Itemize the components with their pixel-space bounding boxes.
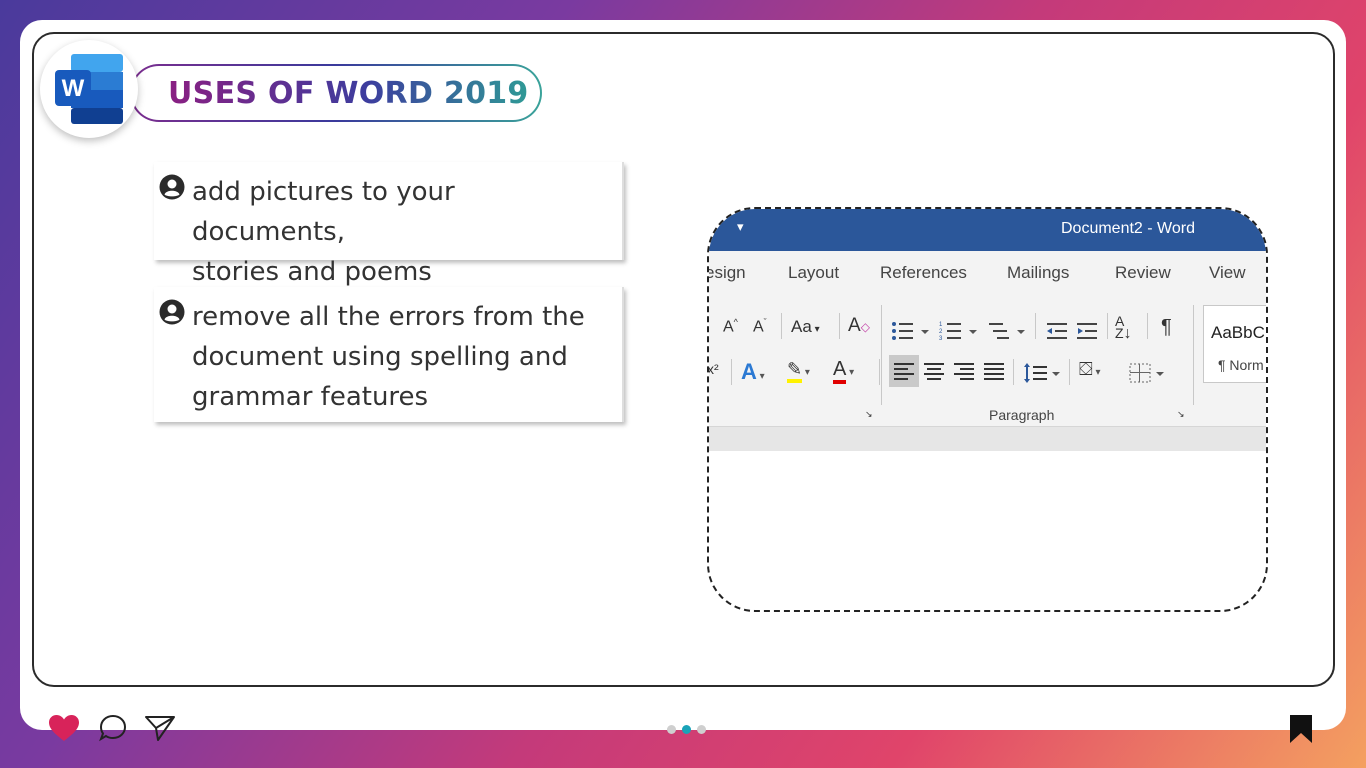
bookmark-icon[interactable] <box>1288 714 1314 744</box>
logo-letter: W <box>62 75 85 102</box>
decrease-indent-icon[interactable] <box>1045 321 1069 341</box>
paragraph-dialog-launcher-icon[interactable]: ↘ <box>1177 409 1185 420</box>
svg-text:3: 3 <box>939 336 943 341</box>
tab-mailings[interactable]: Mailings <box>1007 263 1069 283</box>
change-case-label: Aa <box>791 317 812 336</box>
style-normal[interactable]: AaBbC ¶ Norm <box>1203 305 1266 383</box>
increase-indent-icon[interactable] <box>1075 321 1099 341</box>
tab-design[interactable]: esign <box>709 263 746 283</box>
font-dialog-launcher-icon[interactable]: ↘ <box>865 409 873 420</box>
bullet-text-line: grammar features <box>192 382 429 412</box>
borders-icon[interactable] <box>1129 363 1169 385</box>
text-effects-icon[interactable]: A ▾ <box>741 359 765 385</box>
carousel-dot-active[interactable] <box>682 725 691 734</box>
user-circle-icon <box>159 174 185 200</box>
bullet-text-line: add pictures to your documents, <box>192 177 455 247</box>
carousel-dot[interactable] <box>667 725 676 734</box>
comment-icon[interactable] <box>98 714 128 742</box>
align-left-button[interactable] <box>889 355 919 387</box>
carousel-dots <box>667 725 706 734</box>
style-preview: AaBbC <box>1211 323 1265 342</box>
bullet-text-line: stories and poems <box>192 257 432 287</box>
word-ribbon-screenshot: ▾ Document2 - Word esign Layout Referenc… <box>707 207 1268 612</box>
shrink-font-icon[interactable]: Aˇ <box>753 317 767 336</box>
tab-view[interactable]: View <box>1209 263 1246 283</box>
font-color-icon[interactable]: A ▾ <box>833 358 854 384</box>
bullet-text-line: document using spelling and <box>192 342 568 372</box>
tab-review[interactable]: Review <box>1115 263 1171 283</box>
word-logo-icon: W <box>55 54 123 124</box>
justify-icon[interactable] <box>983 363 1005 383</box>
style-name: ¶ Norm <box>1218 357 1264 373</box>
align-right-icon[interactable] <box>953 363 975 383</box>
heart-icon[interactable] <box>48 714 80 742</box>
svg-text:2: 2 <box>939 329 943 335</box>
word-logo: W <box>40 40 138 138</box>
bullet-card-errors: remove all the errors from the document … <box>154 287 624 422</box>
paragraph-group-label: Paragraph <box>989 407 1055 423</box>
sort-icon[interactable]: A Z↓ <box>1115 314 1132 342</box>
shading-icon[interactable]: ⛋ ▾ <box>1079 359 1101 380</box>
bullets-icon[interactable] <box>891 321 935 341</box>
bullet-card-pictures: add pictures to your documents, stories … <box>154 162 624 287</box>
highlight-color-icon[interactable]: ✎ ▾ <box>787 359 810 383</box>
ribbon-tabs: esign Layout References Mailings Review … <box>709 251 1266 295</box>
change-case-button[interactable]: Aa ▾ <box>791 317 820 337</box>
align-left-icon <box>894 363 914 380</box>
show-formatting-marks-icon[interactable]: ¶ <box>1161 316 1172 339</box>
bullet-text-line: remove all the errors from the <box>192 302 585 332</box>
clear-formatting-icon[interactable]: A◇ <box>848 315 870 337</box>
post-card: USES OF WORD 2019 W add pictures to your… <box>20 20 1346 743</box>
numbering-icon[interactable]: 1 2 3 <box>939 321 983 341</box>
svg-text:1: 1 <box>939 322 943 328</box>
line-spacing-icon[interactable] <box>1023 363 1063 385</box>
carousel-dot[interactable] <box>697 725 706 734</box>
send-icon[interactable] <box>144 714 176 742</box>
align-center-icon[interactable] <box>923 363 945 383</box>
tab-layout[interactable]: Layout <box>788 263 839 283</box>
document-title: Document2 - Word <box>1061 220 1195 237</box>
word-titlebar: ▾ Document2 - Word <box>709 209 1266 251</box>
user-circle-icon <box>159 299 185 325</box>
superscript-icon[interactable]: x² <box>709 361 719 377</box>
grow-font-icon[interactable]: A^ <box>723 317 738 336</box>
quick-access-dropdown-icon[interactable]: ▾ <box>737 219 744 235</box>
multilevel-list-icon[interactable] <box>987 321 1031 341</box>
ribbon-toolbar: A^ Aˇ Aa ▾ A◇ 1 2 3 A Z↓ ¶ x² A ▾ ✎ ▾ A … <box>709 295 1266 427</box>
page-title: USES OF WORD 2019 <box>168 75 529 111</box>
title-pill: USES OF WORD 2019 <box>130 64 542 122</box>
tab-references[interactable]: References <box>880 263 967 283</box>
ruler-band <box>709 427 1266 451</box>
